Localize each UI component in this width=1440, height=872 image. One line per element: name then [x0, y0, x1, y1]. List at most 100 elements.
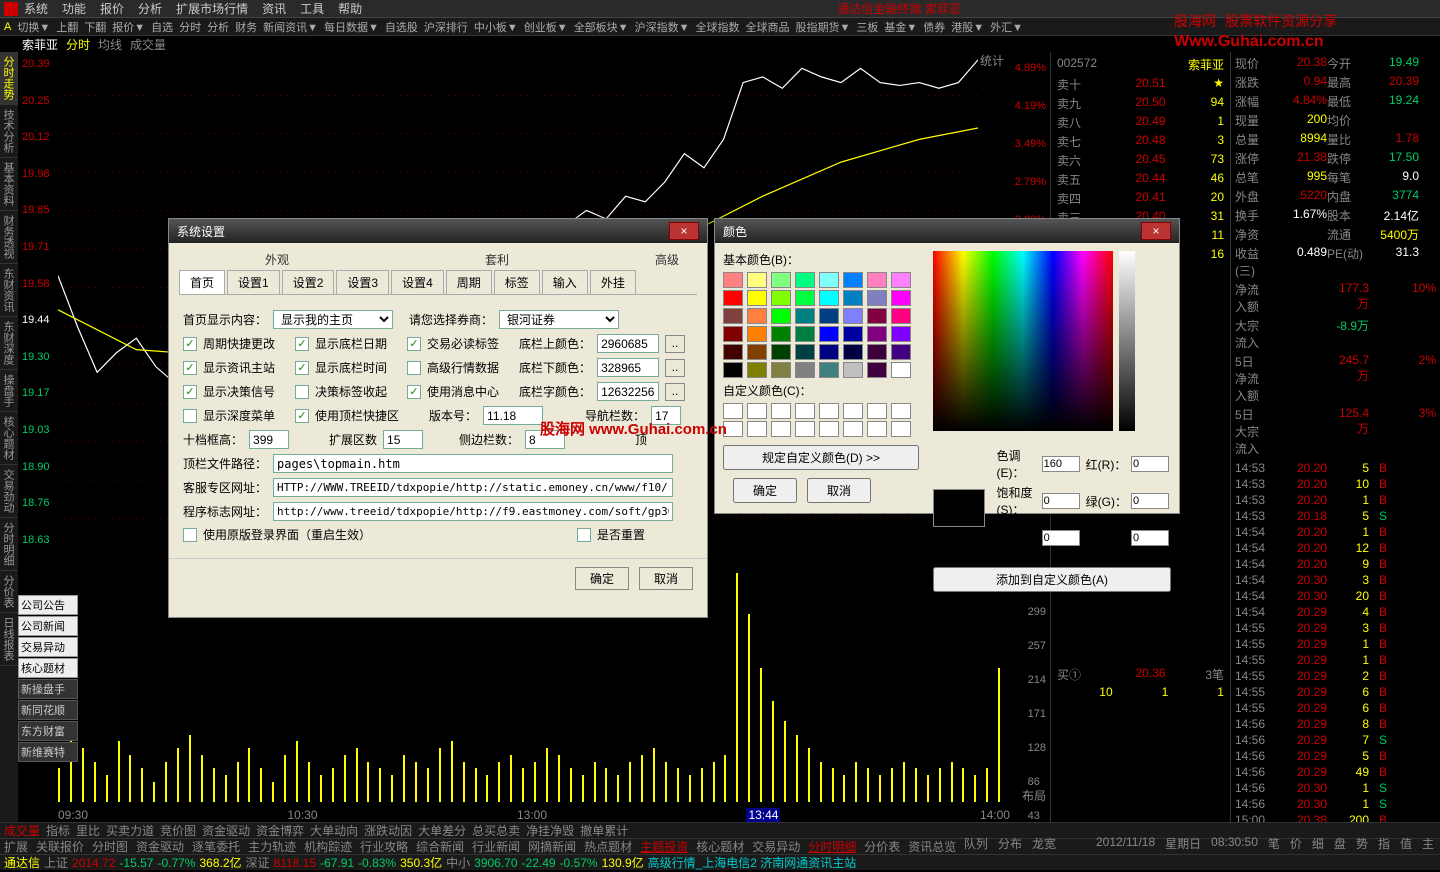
color-swatch[interactable] [723, 362, 743, 378]
info-tab[interactable]: 行业攻略 [360, 838, 408, 855]
status-tab[interactable]: 值 [1400, 835, 1412, 852]
left-tab[interactable]: 操盘手 [0, 370, 18, 412]
color-swatch[interactable] [723, 308, 743, 324]
news-buttons[interactable]: 公司公告公司新闻交易异动核心题材新操盘手新同花顺东方财富新维赛特 [18, 594, 78, 762]
status-tab[interactable]: 笔 [1268, 835, 1280, 852]
color-swatch[interactable] [723, 326, 743, 342]
menu-item[interactable]: 帮助 [338, 0, 362, 17]
info-tab[interactable]: 分时图 [92, 838, 128, 855]
color-swatch[interactable] [723, 344, 743, 360]
color-swatch[interactable] [891, 344, 911, 360]
color-swatch[interactable] [843, 344, 863, 360]
luminance-slider[interactable] [1119, 251, 1135, 431]
hue-input[interactable] [1042, 456, 1080, 472]
color-swatch[interactable] [891, 290, 911, 306]
color-swatch[interactable] [747, 272, 767, 288]
toolbar-item[interactable]: 外汇▼ [990, 22, 1023, 34]
color-swatch[interactable] [747, 362, 767, 378]
left-tab[interactable]: 基本资料 [0, 158, 18, 211]
indicator-tab[interactable]: 买卖力道 [106, 822, 154, 839]
custom-swatch[interactable] [843, 421, 863, 437]
toolbar-item[interactable]: 新闻资讯▼ [263, 22, 318, 34]
broker-select[interactable]: 银河证券 [499, 310, 619, 329]
left-tab[interactable]: 东财深度 [0, 317, 18, 370]
toolbar-item[interactable]: 创业板▼ [524, 22, 568, 34]
toolbar-item[interactable]: 全球商品 [745, 22, 789, 34]
news-btn[interactable]: 公司新闻 [18, 616, 78, 636]
indicator-tab[interactable]: 大单差分 [418, 822, 466, 839]
info-tab[interactable]: 资讯总览 [908, 838, 956, 855]
color-swatch[interactable] [747, 326, 767, 342]
tab-volume[interactable]: 成交量 [130, 36, 166, 53]
news-btn[interactable]: 新维赛特 [18, 742, 78, 762]
color-txt-btn[interactable]: .. [665, 383, 685, 401]
color-top-input[interactable] [597, 334, 659, 353]
color-swatch[interactable] [723, 290, 743, 306]
left-tab[interactable]: 交易劲动 [0, 465, 18, 518]
color-swatch[interactable] [867, 362, 887, 378]
tab-intraday[interactable]: 分时 [66, 36, 90, 53]
status-tab[interactable]: 队列 [964, 835, 988, 852]
tab-avg[interactable]: 均线 [98, 36, 122, 53]
settings-tab[interactable]: 设置1 [227, 270, 280, 294]
stat-button[interactable]: 统计 [980, 52, 1004, 69]
color-bot-input[interactable] [597, 358, 659, 377]
color-bot-btn[interactable]: .. [665, 359, 685, 377]
settings-tab[interactable]: 设置4 [391, 270, 444, 294]
color-swatch[interactable] [795, 344, 815, 360]
toolbar-item[interactable]: 基金▼ [884, 22, 917, 34]
color-swatch[interactable] [747, 308, 767, 324]
main-menu[interactable]: 系统功能报价分析扩展市场行情资讯工具帮助 [24, 0, 362, 17]
info-tab[interactable]: 网摘新闻 [528, 838, 576, 855]
info-tab[interactable]: 逐笔委托 [192, 838, 240, 855]
info-tab[interactable]: 机构踪迹 [304, 838, 352, 855]
custom-swatch[interactable] [867, 403, 887, 419]
settings-tab[interactable]: 周期 [446, 270, 492, 294]
info-tab[interactable]: 资金驱动 [136, 838, 184, 855]
info-tab[interactable]: 交易异动 [752, 838, 800, 855]
custom-swatch[interactable] [819, 421, 839, 437]
ver-input[interactable] [483, 406, 543, 425]
add-custom-button[interactable]: 添加到自定义颜色(A) [933, 567, 1171, 592]
custom-swatch[interactable] [795, 403, 815, 419]
indicator-tab[interactable]: 净挂净毁 [526, 822, 574, 839]
color-swatch[interactable] [843, 308, 863, 324]
color-swatch[interactable] [771, 308, 791, 324]
toolbar-item[interactable]: 每日数据▼ [324, 22, 379, 34]
color-swatch[interactable] [819, 272, 839, 288]
status-tab[interactable]: 主 [1422, 835, 1434, 852]
custom-color-grid[interactable] [723, 403, 933, 437]
color-spectrum[interactable] [933, 251, 1113, 431]
ok-button[interactable]: 确定 [575, 567, 629, 590]
custom-swatch[interactable] [723, 403, 743, 419]
color-swatch[interactable] [867, 308, 887, 324]
color-swatch[interactable] [891, 308, 911, 324]
toolbar-item[interactable]: 沪深指数▼ [635, 22, 690, 34]
toolbar-item[interactable]: 分析 [207, 22, 229, 34]
toolbar-item[interactable]: 三板 [856, 22, 878, 34]
cb-time[interactable]: ✓ [295, 361, 309, 375]
info-tab[interactable]: 分价表 [864, 838, 900, 855]
cb-reset[interactable] [577, 528, 591, 542]
red-input[interactable] [1131, 456, 1169, 472]
info-tab[interactable]: 关联报价 [36, 838, 84, 855]
settings-tab[interactable]: 设置3 [336, 270, 389, 294]
indicator-tab[interactable]: 资金驱动 [202, 822, 250, 839]
kf-input[interactable] [273, 478, 673, 497]
custom-swatch[interactable] [819, 403, 839, 419]
color-swatch[interactable] [819, 308, 839, 324]
info-tab[interactable]: 行业新闻 [472, 838, 520, 855]
prog-input[interactable] [273, 502, 673, 521]
settings-tab[interactable]: 设置2 [282, 270, 335, 294]
menu-item[interactable]: 功能 [62, 0, 86, 17]
cb-oldlogin[interactable] [183, 528, 197, 542]
settings-titlebar[interactable]: 系统设置 × [169, 219, 707, 243]
info-tab[interactable]: 综合新闻 [416, 838, 464, 855]
color-swatch[interactable] [843, 290, 863, 306]
layout-button[interactable]: 布局 [1022, 787, 1046, 804]
info-tab[interactable]: 主题投资 [640, 838, 688, 855]
toolbar-item[interactable]: 股指期货▼ [795, 22, 850, 34]
cb-topbar[interactable]: ✓ [295, 409, 309, 423]
custom-swatch[interactable] [891, 421, 911, 437]
toolbar-item[interactable]: 全部板块▼ [574, 22, 629, 34]
